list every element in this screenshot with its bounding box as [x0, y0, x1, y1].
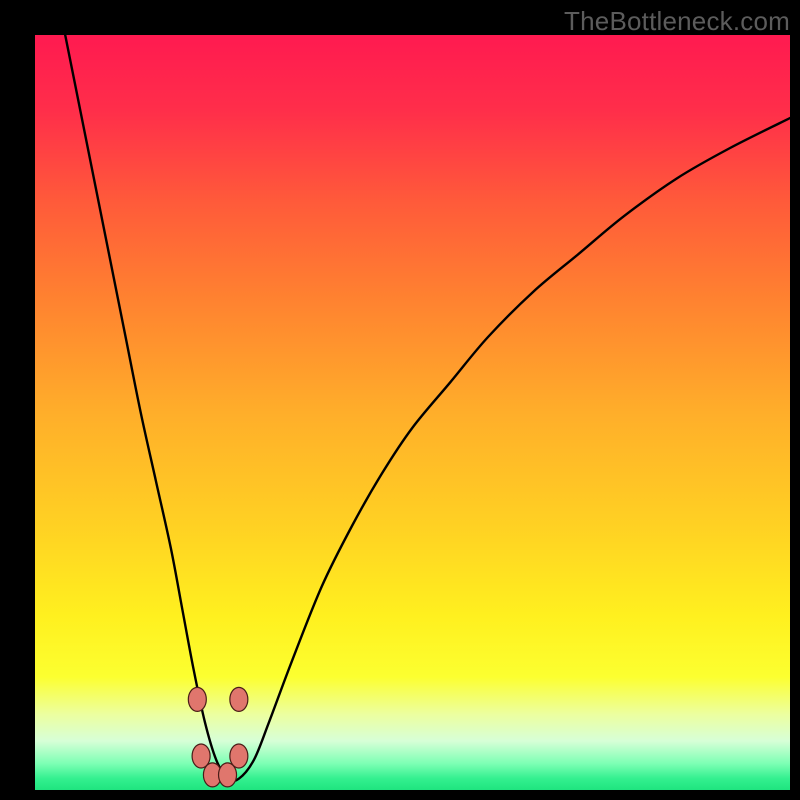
curve-marker-1 — [230, 687, 248, 711]
watermark-text: TheBottleneck.com — [564, 6, 790, 37]
gradient-background — [35, 35, 790, 790]
chart-frame: TheBottleneck.com — [0, 0, 800, 800]
plot-area — [35, 35, 790, 790]
bottleneck-chart — [35, 35, 790, 790]
curve-marker-5 — [230, 744, 248, 768]
curve-marker-0 — [188, 687, 206, 711]
